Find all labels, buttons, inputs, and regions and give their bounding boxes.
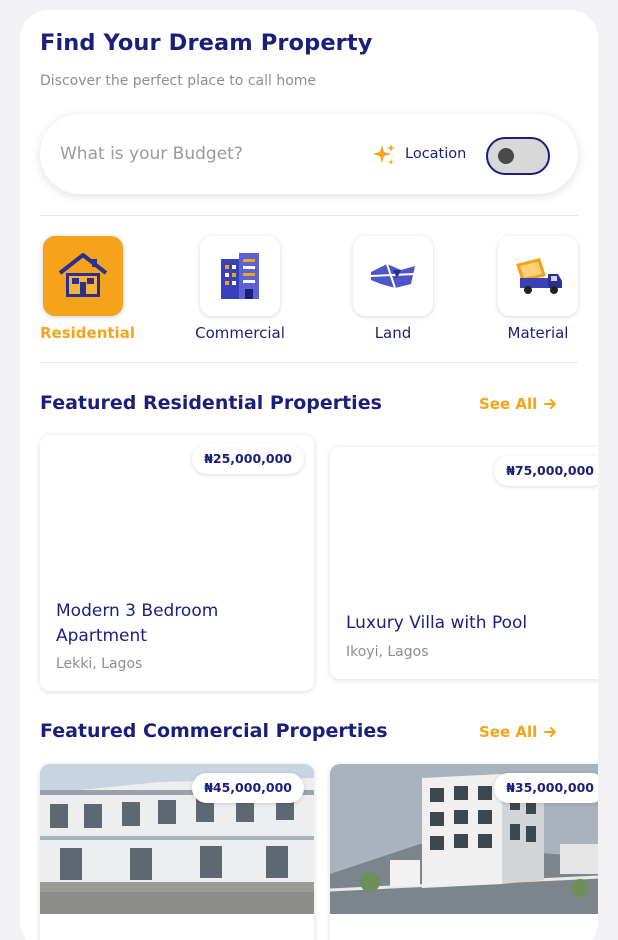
category-tile bbox=[498, 236, 578, 316]
property-title: Luxury Villa with Pool bbox=[346, 613, 528, 633]
residential-see-all-link[interactable]: See All bbox=[479, 395, 557, 413]
residential-property-card[interactable]: ₦75,000,000 Luxury Villa with Pool Ikoyi… bbox=[330, 447, 598, 679]
sparkle-icon bbox=[373, 144, 395, 165]
budget-input[interactable] bbox=[60, 138, 350, 170]
main-panel: Find Your Dream Property Discover the pe… bbox=[20, 10, 598, 940]
property-title: Modern 3 Bedroom Apartment bbox=[56, 601, 219, 646]
residential-section-title: Featured Residential Properties bbox=[40, 392, 382, 414]
category-label: Material bbox=[507, 324, 569, 342]
category-label: Commercial bbox=[195, 324, 285, 342]
toggle-knob bbox=[498, 148, 514, 164]
category-tile bbox=[43, 236, 123, 316]
property-location: Lekki, Lagos bbox=[56, 656, 143, 672]
commercial-section-title: Featured Commercial Properties bbox=[40, 720, 388, 742]
arrow-right-icon bbox=[544, 399, 557, 409]
divider bbox=[40, 215, 578, 216]
see-all-label: See All bbox=[479, 395, 538, 413]
price-badge: ₦45,000,000 bbox=[192, 773, 304, 803]
location-toggle[interactable] bbox=[486, 137, 550, 175]
price-badge: ₦25,000,000 bbox=[192, 444, 304, 474]
price-badge: ₦75,000,000 bbox=[494, 456, 598, 486]
page-subtitle: Discover the perfect place to call home bbox=[40, 73, 317, 89]
category-material[interactable]: Material bbox=[498, 236, 578, 342]
residential-property-card[interactable]: ₦25,000,000 Modern 3 Bedroom Apartment L… bbox=[40, 435, 314, 691]
category-land[interactable]: Land bbox=[353, 236, 433, 342]
property-location: Ikoyi, Lagos bbox=[346, 644, 429, 660]
category-label: Residential bbox=[40, 324, 135, 342]
price-badge: ₦35,000,000 bbox=[494, 773, 598, 803]
commercial-property-card[interactable]: ₦45,000,000 bbox=[40, 764, 314, 940]
category-residential[interactable]: Residential bbox=[40, 236, 135, 342]
truck-icon bbox=[516, 258, 562, 294]
category-tile bbox=[200, 236, 280, 316]
category-commercial[interactable]: Commercial bbox=[190, 236, 290, 342]
commercial-see-all-link[interactable]: See All bbox=[479, 723, 557, 741]
commercial-property-card[interactable]: ₦35,000,000 bbox=[330, 764, 598, 940]
see-all-label: See All bbox=[479, 723, 538, 741]
house-icon bbox=[58, 253, 108, 297]
building-icon bbox=[221, 253, 259, 299]
category-tile bbox=[353, 236, 433, 316]
divider bbox=[40, 362, 578, 363]
budget-search-bar: Location bbox=[40, 114, 578, 194]
category-label: Land bbox=[374, 324, 412, 342]
page-title: Find Your Dream Property bbox=[40, 30, 373, 56]
location-label: Location bbox=[405, 146, 467, 162]
land-plot-icon bbox=[370, 263, 416, 289]
arrow-right-icon bbox=[544, 727, 557, 737]
